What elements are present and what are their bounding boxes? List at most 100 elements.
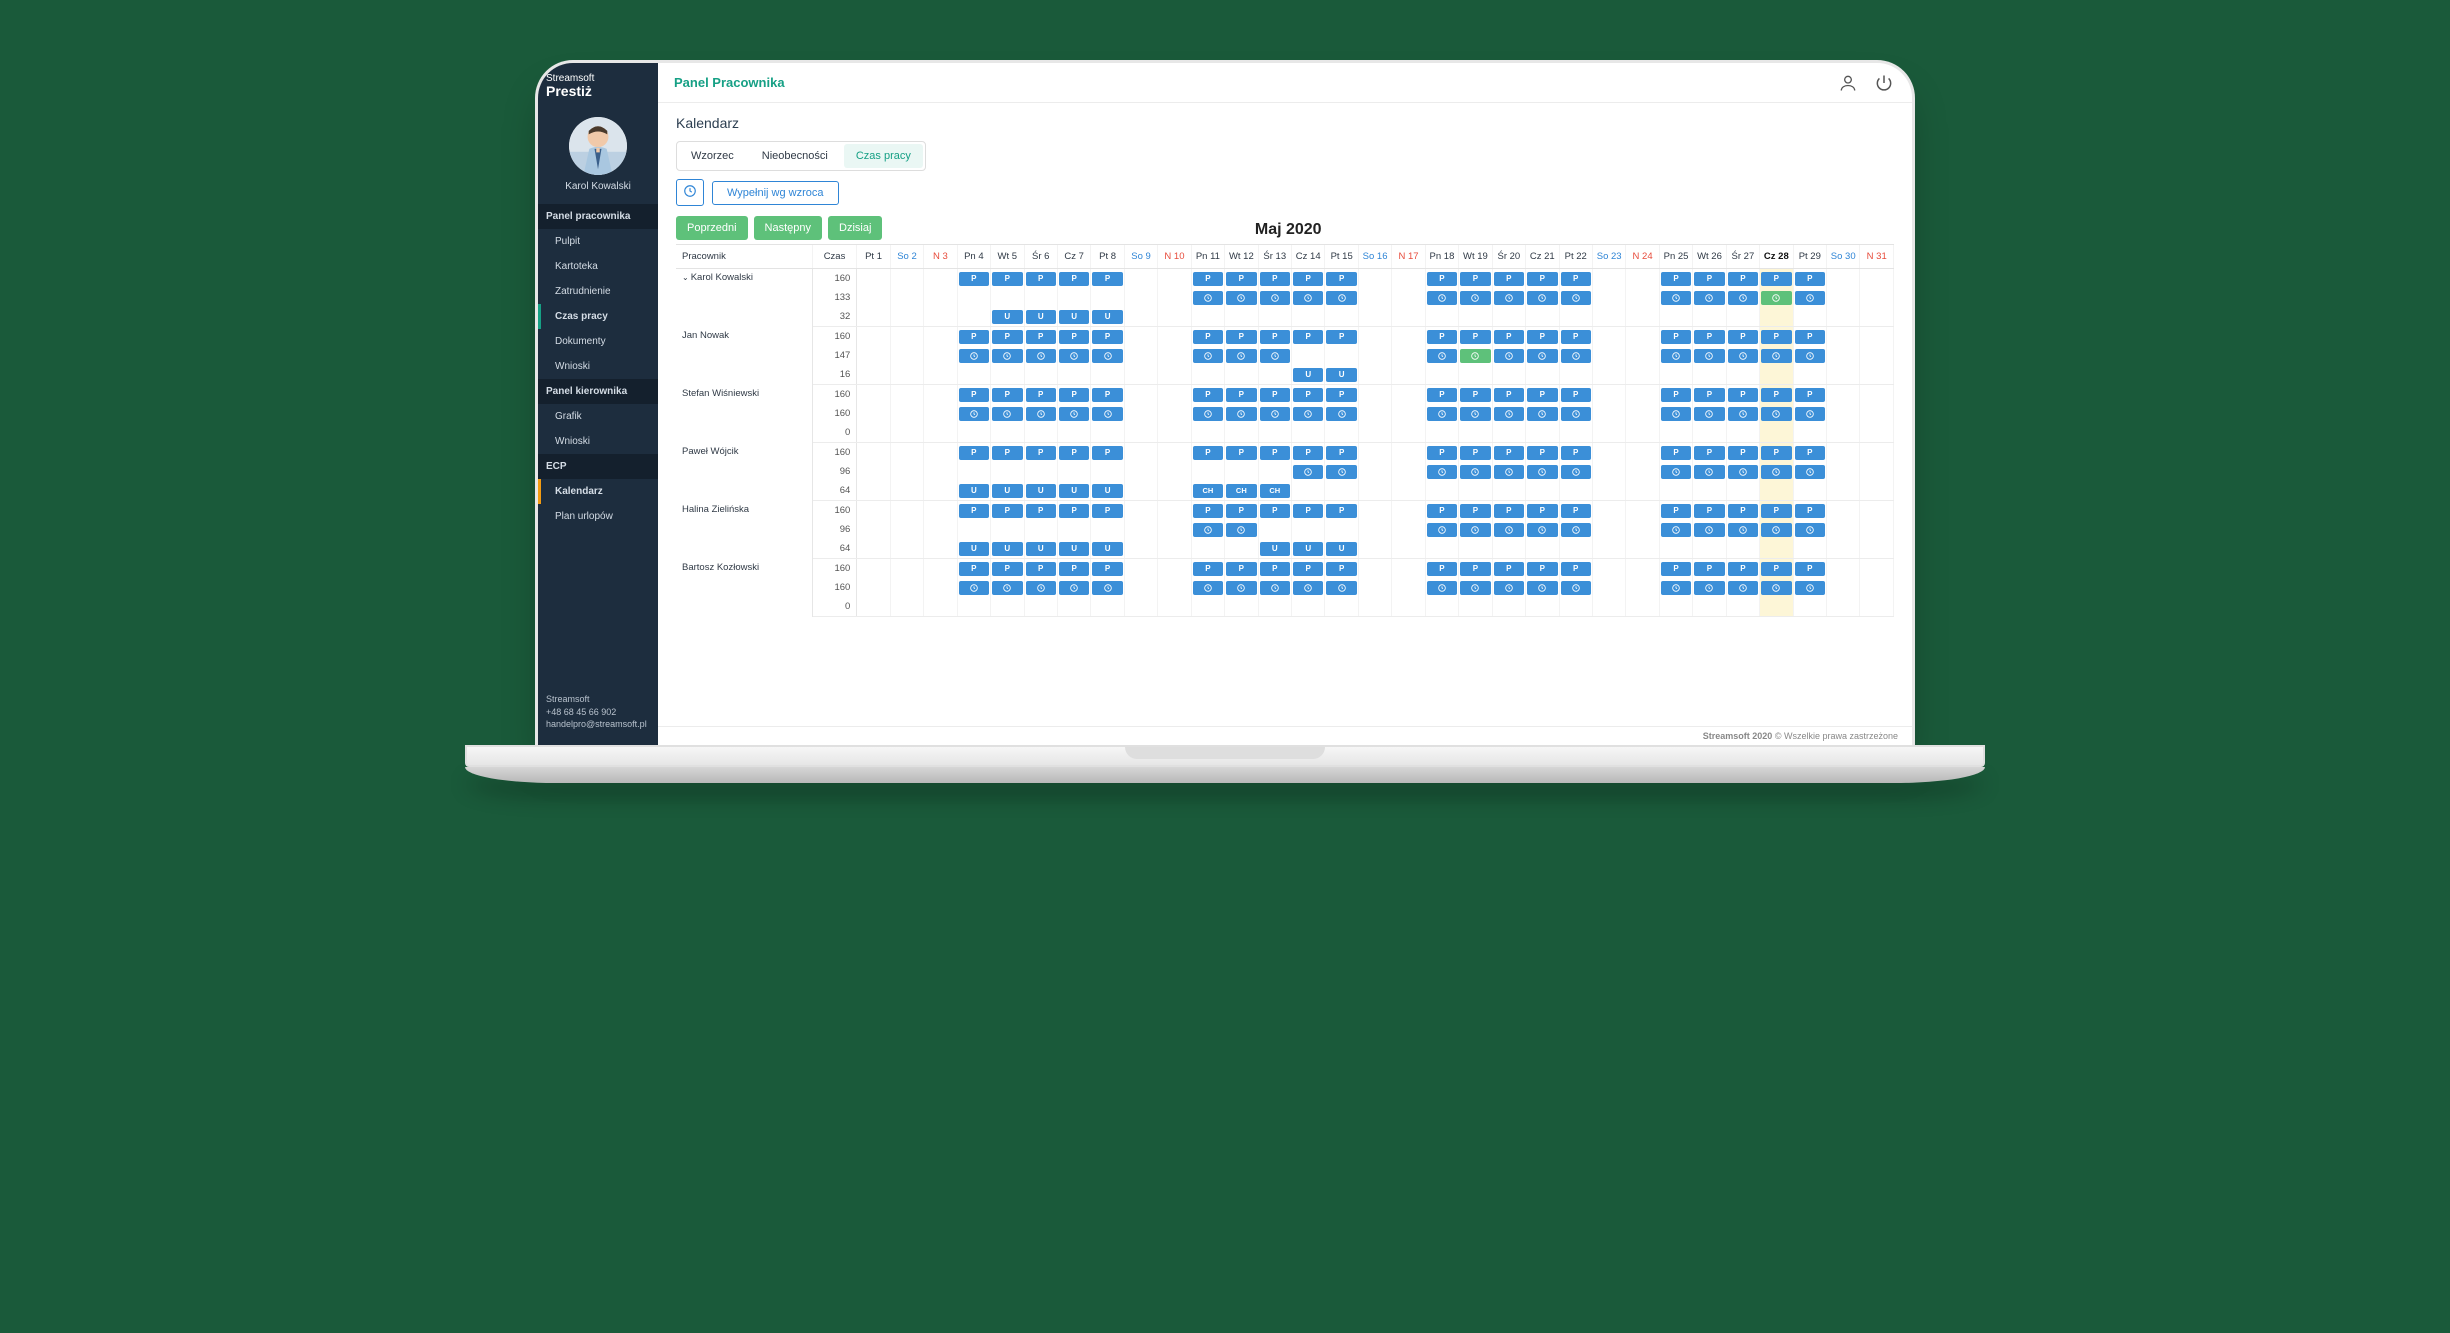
- day-cell[interactable]: [1158, 539, 1191, 559]
- day-cell[interactable]: [1726, 365, 1759, 385]
- day-cell[interactable]: [1726, 346, 1759, 365]
- day-cell[interactable]: P: [1258, 559, 1291, 579]
- day-cell[interactable]: P: [1659, 559, 1692, 579]
- day-cell[interactable]: P: [1225, 327, 1258, 347]
- day-cell[interactable]: [1358, 501, 1391, 521]
- day-cell[interactable]: P: [1793, 559, 1826, 579]
- day-cell[interactable]: U: [1024, 481, 1057, 501]
- day-cell[interactable]: [1358, 520, 1391, 539]
- day-cell[interactable]: [1191, 462, 1224, 481]
- day-cell[interactable]: [1124, 559, 1157, 579]
- day-cell[interactable]: P: [1057, 559, 1090, 579]
- day-header[interactable]: Pn 4: [957, 245, 990, 269]
- day-cell[interactable]: [1626, 539, 1659, 559]
- day-cell[interactable]: [1760, 597, 1793, 617]
- day-cell[interactable]: [1158, 578, 1191, 597]
- day-cell[interactable]: [1827, 288, 1860, 307]
- day-cell[interactable]: [991, 520, 1024, 539]
- day-header[interactable]: Wt 19: [1459, 245, 1492, 269]
- day-cell[interactable]: [857, 346, 890, 365]
- day-cell[interactable]: [890, 404, 923, 423]
- day-cell[interactable]: [1057, 520, 1090, 539]
- day-cell[interactable]: P: [1091, 269, 1124, 289]
- day-cell[interactable]: [1459, 578, 1492, 597]
- day-cell[interactable]: [1827, 423, 1860, 443]
- day-cell[interactable]: [1392, 578, 1425, 597]
- day-cell[interactable]: [1592, 404, 1625, 423]
- day-cell[interactable]: [924, 559, 957, 579]
- day-cell[interactable]: [1726, 597, 1759, 617]
- day-cell[interactable]: [1492, 462, 1525, 481]
- day-cell[interactable]: P: [1760, 327, 1793, 347]
- day-cell[interactable]: [1827, 559, 1860, 579]
- day-cell[interactable]: P: [1559, 443, 1592, 463]
- day-cell[interactable]: P: [1793, 443, 1826, 463]
- day-cell[interactable]: [1124, 307, 1157, 327]
- day-cell[interactable]: [1726, 288, 1759, 307]
- day-cell[interactable]: [1057, 365, 1090, 385]
- day-cell[interactable]: [1057, 578, 1090, 597]
- day-cell[interactable]: [1158, 443, 1191, 463]
- day-cell[interactable]: P: [1292, 385, 1325, 405]
- day-cell[interactable]: P: [1526, 443, 1559, 463]
- day-cell[interactable]: [857, 462, 890, 481]
- day-cell[interactable]: [1325, 481, 1358, 501]
- day-cell[interactable]: [1760, 423, 1793, 443]
- day-header[interactable]: Pt 8: [1091, 245, 1124, 269]
- day-cell[interactable]: P: [1191, 501, 1224, 521]
- day-cell[interactable]: P: [1459, 559, 1492, 579]
- day-cell[interactable]: [1191, 307, 1224, 327]
- day-cell[interactable]: [1592, 597, 1625, 617]
- day-cell[interactable]: [1726, 578, 1759, 597]
- day-cell[interactable]: [924, 288, 957, 307]
- day-cell[interactable]: [1659, 404, 1692, 423]
- day-cell[interactable]: [924, 423, 957, 443]
- day-cell[interactable]: [1860, 481, 1894, 501]
- day-cell[interactable]: U: [1325, 539, 1358, 559]
- day-cell[interactable]: P: [1091, 443, 1124, 463]
- day-cell[interactable]: [924, 597, 957, 617]
- day-cell[interactable]: P: [1559, 269, 1592, 289]
- day-cell[interactable]: [1124, 597, 1157, 617]
- day-cell[interactable]: [1425, 539, 1458, 559]
- day-cell[interactable]: [924, 365, 957, 385]
- day-cell[interactable]: [890, 501, 923, 521]
- day-cell[interactable]: P: [1191, 443, 1224, 463]
- day-cell[interactable]: [957, 346, 990, 365]
- day-header[interactable]: So 23: [1592, 245, 1625, 269]
- day-cell[interactable]: P: [1024, 501, 1057, 521]
- day-cell[interactable]: [1392, 520, 1425, 539]
- day-cell[interactable]: P: [1492, 443, 1525, 463]
- day-cell[interactable]: [1392, 539, 1425, 559]
- day-cell[interactable]: [1057, 597, 1090, 617]
- day-cell[interactable]: [1626, 597, 1659, 617]
- day-cell[interactable]: [924, 462, 957, 481]
- day-cell[interactable]: P: [1292, 269, 1325, 289]
- day-cell[interactable]: [1693, 462, 1726, 481]
- day-cell[interactable]: [1693, 520, 1726, 539]
- day-cell[interactable]: [924, 404, 957, 423]
- day-cell[interactable]: [1592, 578, 1625, 597]
- day-header[interactable]: N 17: [1392, 245, 1425, 269]
- day-cell[interactable]: P: [991, 559, 1024, 579]
- day-cell[interactable]: [1592, 307, 1625, 327]
- day-cell[interactable]: [1626, 288, 1659, 307]
- day-cell[interactable]: [1024, 423, 1057, 443]
- day-cell[interactable]: U: [991, 539, 1024, 559]
- day-cell[interactable]: P: [1693, 327, 1726, 347]
- day-cell[interactable]: [1392, 346, 1425, 365]
- day-cell[interactable]: [1091, 365, 1124, 385]
- next-button[interactable]: Następny: [754, 216, 822, 240]
- day-cell[interactable]: [1526, 520, 1559, 539]
- day-cell[interactable]: [857, 539, 890, 559]
- day-cell[interactable]: [1860, 443, 1894, 463]
- day-cell[interactable]: [1492, 346, 1525, 365]
- day-cell[interactable]: [1124, 501, 1157, 521]
- day-cell[interactable]: P: [1292, 327, 1325, 347]
- day-cell[interactable]: [1425, 365, 1458, 385]
- day-cell[interactable]: [1726, 539, 1759, 559]
- day-cell[interactable]: [1559, 481, 1592, 501]
- day-cell[interactable]: [1592, 501, 1625, 521]
- day-cell[interactable]: [1392, 307, 1425, 327]
- day-cell[interactable]: [1559, 288, 1592, 307]
